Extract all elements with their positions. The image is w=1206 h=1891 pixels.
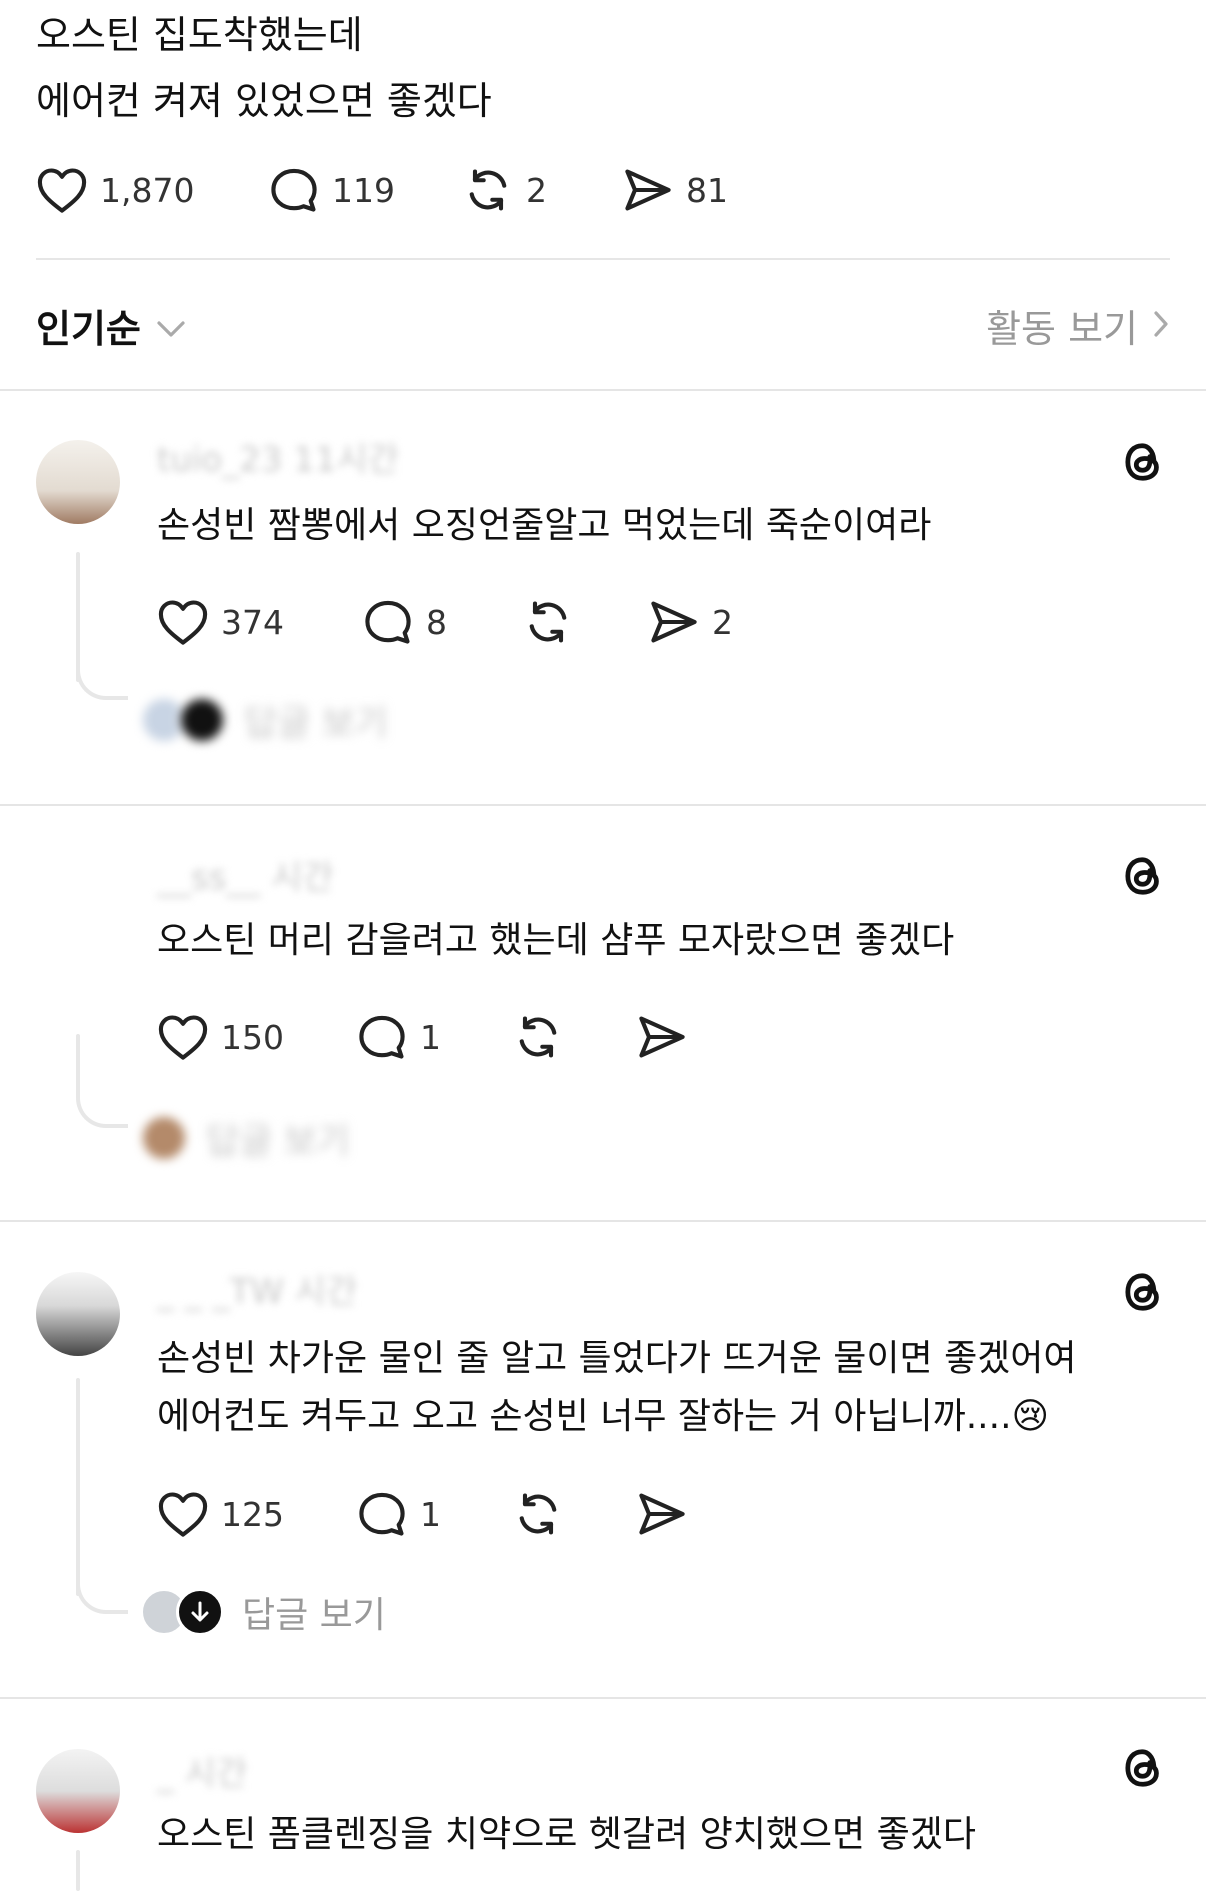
repost-icon — [512, 1013, 564, 1061]
reply-username[interactable]: __ss__ 시간 — [157, 850, 334, 899]
heart-icon — [157, 1013, 209, 1061]
repost-icon — [512, 1490, 564, 1538]
view-replies-label: 답글 보기 — [244, 703, 388, 744]
speech-bubble-icon — [356, 1490, 408, 1538]
view-replies-label: 답글 보기 — [242, 1595, 386, 1636]
reply-repost-button[interactable] — [522, 598, 574, 646]
threads-logo-icon[interactable] — [1117, 1742, 1169, 1794]
sort-dropdown[interactable]: 인기순 — [36, 298, 187, 353]
reply-username[interactable]: _ 시간 — [157, 1746, 247, 1795]
reply-comment-count: 1 — [420, 1017, 441, 1057]
threads-logo-icon[interactable] — [1117, 1266, 1169, 1318]
reply-text: 손성빈 짬뽕에서 오징언줄알고 먹었는데 죽순이여라 — [157, 505, 932, 546]
post-text-line2: 에어컨 켜져 있었으면 좋겠다 — [36, 79, 492, 123]
thread-line — [76, 1850, 80, 1891]
reply-text: 오스틴 폼클렌징을 치약으로 헷갈려 양치했으면 좋겠다 — [157, 1814, 976, 1855]
view-activity-link[interactable]: 활동 보기 — [986, 298, 1170, 353]
sort-label: 인기순 — [36, 307, 141, 351]
section-divider — [0, 1220, 1206, 1222]
reply-comment-button[interactable]: 1 — [356, 1013, 441, 1061]
reply-share-button[interactable] — [636, 1490, 688, 1538]
post-like-count: 1,870 — [100, 170, 195, 210]
reply-like-count: 125 — [221, 1494, 284, 1534]
view-replies-label: 답글 보기 — [206, 1121, 350, 1162]
reply-comment-count: 1 — [420, 1494, 441, 1534]
reply-like-count: 374 — [221, 602, 284, 642]
speech-bubble-icon — [268, 166, 320, 214]
reply-like-button[interactable]: 125 — [157, 1490, 284, 1538]
view-replies-link[interactable]: 답글 보기 — [140, 1112, 350, 1164]
avatar[interactable] — [36, 1749, 120, 1833]
reply-comment-count: 8 — [426, 602, 447, 642]
post-divider — [36, 258, 1170, 260]
threads-logo-icon[interactable] — [1117, 850, 1169, 902]
reply-text: 오스틴 머리 감을려고 했는데 샴푸 모자랐으면 좋겠다 — [157, 920, 955, 961]
reply-like-button[interactable]: 374 — [157, 598, 284, 646]
speech-bubble-icon — [356, 1013, 408, 1061]
reply-share-count: 2 — [712, 602, 733, 642]
section-divider — [0, 389, 1206, 391]
thread-curve — [76, 662, 128, 700]
avatar[interactable] — [36, 440, 120, 524]
post-repost-button[interactable]: 2 — [462, 166, 547, 214]
activity-label: 활동 보기 — [986, 307, 1138, 351]
thread-line — [76, 1034, 80, 1098]
reply-text-line1: 손성빈 차가운 물인 줄 알고 틀었다가 뜨거운 물이면 좋겠어여 — [157, 1338, 1077, 1379]
speech-bubble-icon — [362, 598, 414, 646]
chevron-down-icon — [155, 304, 187, 348]
reply-avatars — [140, 1114, 188, 1162]
reply-username[interactable]: tuio_23 11시간 — [157, 432, 399, 481]
section-divider — [0, 804, 1206, 806]
reply-like-count: 150 — [221, 1017, 284, 1057]
heart-icon — [36, 166, 88, 214]
send-icon — [636, 1490, 688, 1538]
reply-avatars — [140, 1588, 224, 1636]
reply-like-button[interactable]: 150 — [157, 1013, 284, 1061]
send-icon — [622, 166, 674, 214]
send-icon — [648, 598, 700, 646]
post-text-line1: 오스틴 집도착했는데 — [36, 13, 363, 57]
reply-repost-button[interactable] — [512, 1013, 564, 1061]
threads-logo-icon[interactable] — [1117, 436, 1169, 488]
post-comment-count: 119 — [332, 170, 395, 210]
post-share-button[interactable]: 81 — [622, 166, 728, 214]
send-icon — [636, 1013, 688, 1061]
reply-avatars — [140, 696, 226, 744]
post-share-count: 81 — [686, 170, 728, 210]
repost-icon — [522, 598, 574, 646]
heart-icon — [157, 1490, 209, 1538]
post-like-button[interactable]: 1,870 — [36, 166, 194, 214]
reply-comment-button[interactable]: 1 — [356, 1490, 441, 1538]
reply-comment-button[interactable]: 8 — [362, 598, 447, 646]
reply-text-line2: 에어컨도 켜두고 오고 손성빈 너무 잘하는 거 아닙니까....😢 — [157, 1396, 1050, 1437]
repost-icon — [462, 166, 514, 214]
post-comment-button[interactable]: 119 — [268, 166, 395, 214]
view-replies-link[interactable]: 답글 보기 — [140, 694, 388, 746]
reply-share-button[interactable] — [636, 1013, 688, 1061]
thread-line — [76, 1378, 80, 1596]
reply-repost-button[interactable] — [512, 1490, 564, 1538]
thread-curve — [76, 1090, 128, 1128]
heart-icon — [157, 598, 209, 646]
thread-curve — [76, 1576, 128, 1614]
avatar[interactable] — [36, 1272, 120, 1356]
chevron-right-icon — [1152, 304, 1170, 348]
view-replies-link[interactable]: 답글 보기 — [140, 1586, 386, 1638]
post-repost-count: 2 — [526, 170, 547, 210]
reply-username[interactable]: _ _ _TW 시간 — [157, 1264, 357, 1313]
section-divider — [0, 1697, 1206, 1699]
arrow-down-icon — [176, 1588, 224, 1636]
reply-share-button[interactable]: 2 — [648, 598, 733, 646]
